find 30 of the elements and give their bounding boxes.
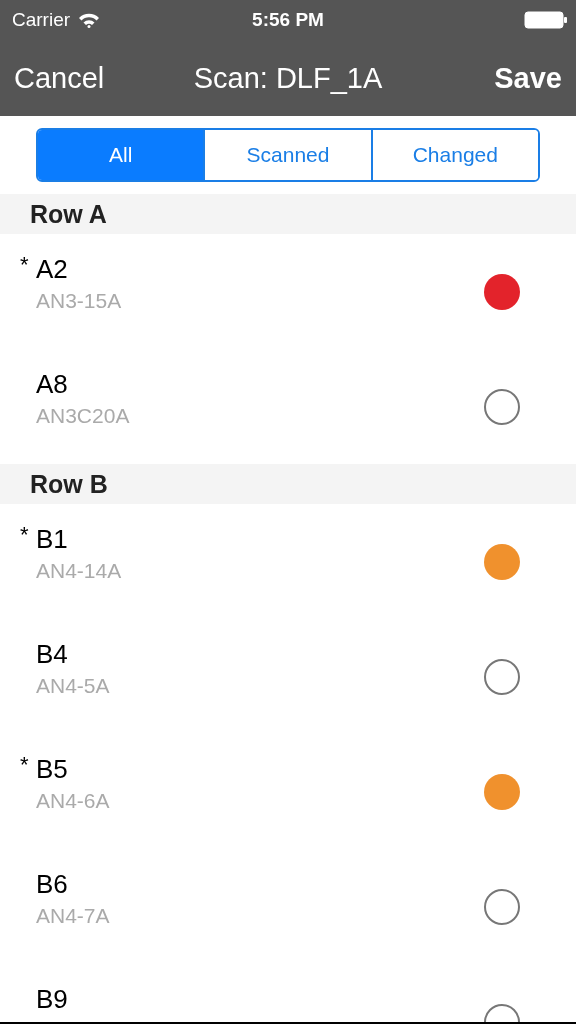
item-name: A2 [36, 254, 68, 285]
item-code: AN4-14A [36, 559, 122, 583]
empty-status-circle [484, 388, 520, 425]
cancel-button[interactable]: Cancel [14, 61, 105, 95]
item-code: AN3-15A [36, 289, 122, 313]
item-code: AN3C20A [36, 404, 130, 428]
wifi-icon [78, 12, 101, 28]
status-time: 5:56 PM [252, 9, 324, 31]
battery-icon [524, 11, 568, 29]
save-button[interactable]: Save [494, 61, 562, 95]
item-name: B4 [36, 639, 68, 670]
filter-tab[interactable]: Changed [370, 130, 538, 180]
item-name: B9 [36, 984, 68, 1015]
empty-status-circle [484, 888, 520, 925]
filter-tab[interactable]: All [38, 130, 204, 180]
changed-marker: * [20, 254, 30, 276]
item-code: AN4-7A [36, 904, 110, 928]
empty-status-circle [484, 658, 520, 695]
screen-title: Scan: DLF_1A [193, 61, 383, 95]
changed-marker: * [20, 524, 30, 546]
changed-marker: * [20, 754, 30, 776]
section-header: Row A [0, 194, 576, 234]
item-name: B5 [36, 754, 68, 785]
item-code: AN4-6A [36, 789, 110, 813]
item-name: A8 [36, 369, 68, 400]
item-code: AN4-5A [36, 674, 110, 698]
carrier-label: Carrier [12, 9, 71, 31]
item-name: B1 [36, 524, 68, 555]
section-header: Row B [0, 464, 576, 504]
item-name: B6 [36, 869, 68, 900]
